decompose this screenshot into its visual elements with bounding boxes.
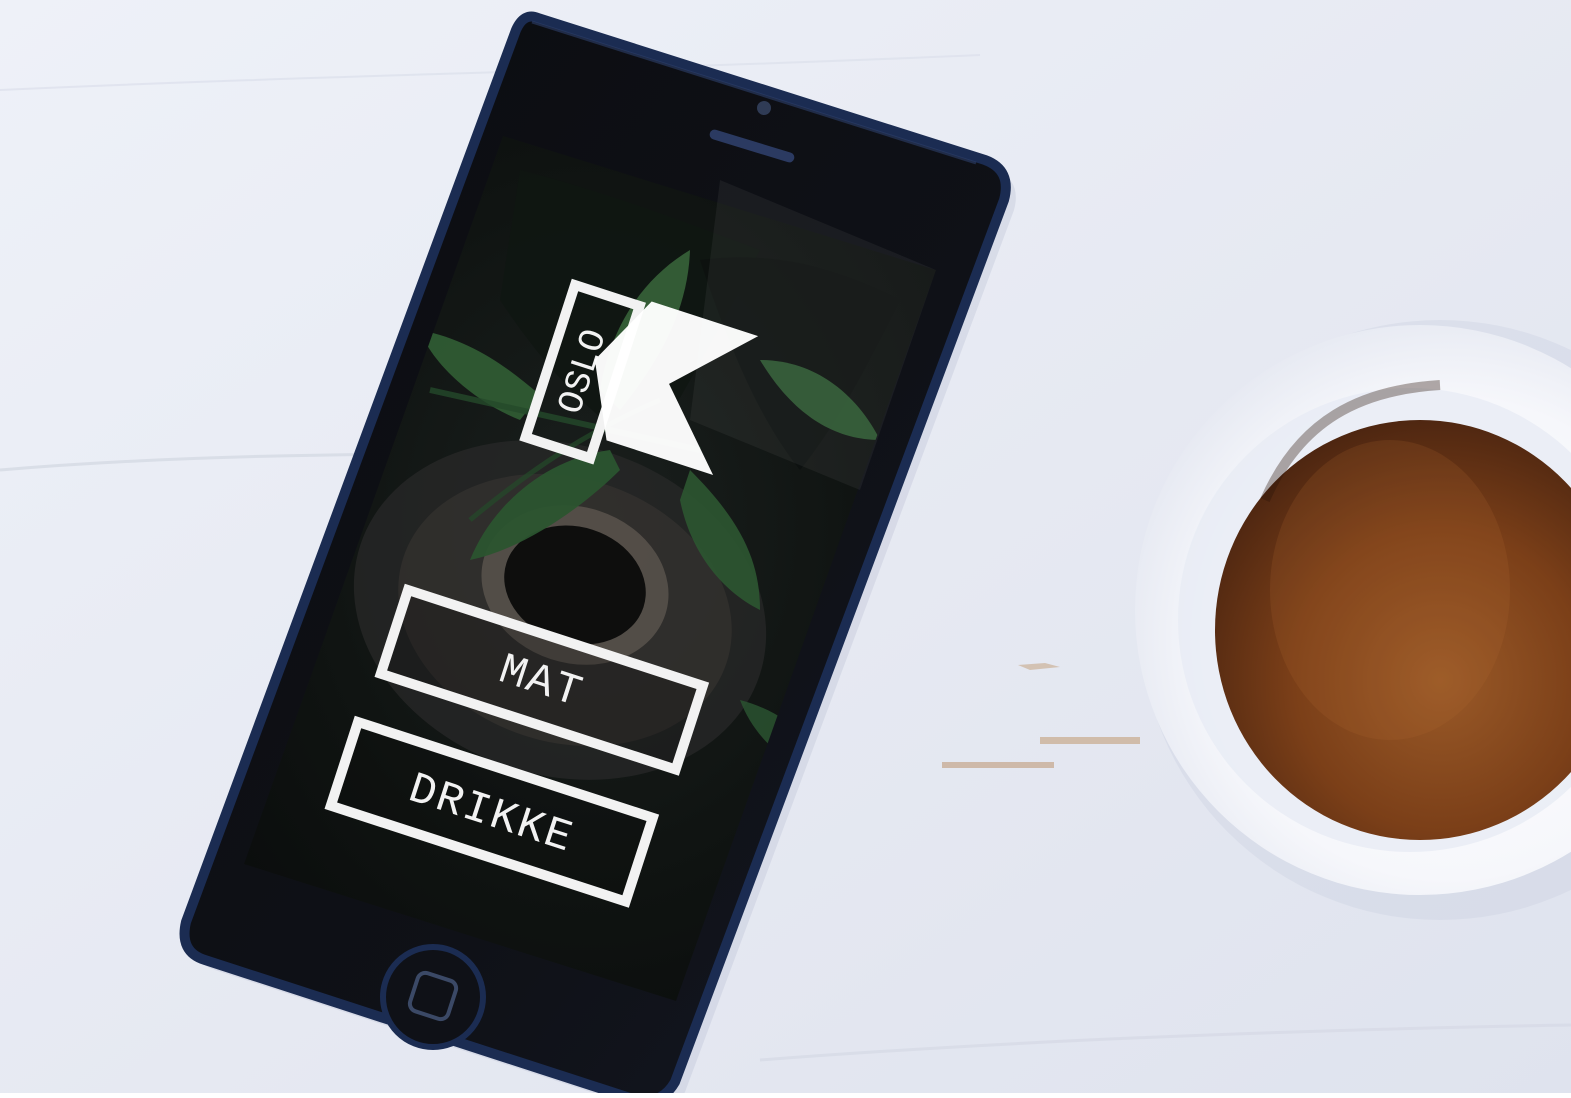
photo-scene: OSLO MAT DRIKKE <box>0 0 1571 1098</box>
front-camera-icon <box>757 101 771 115</box>
scene-svg: OSLO MAT DRIKKE <box>0 0 1571 1098</box>
wood-chip-1 <box>1040 737 1140 744</box>
wood-chip-2 <box>942 762 1054 768</box>
home-button[interactable] <box>380 944 486 1050</box>
crema-highlight <box>1270 440 1510 740</box>
